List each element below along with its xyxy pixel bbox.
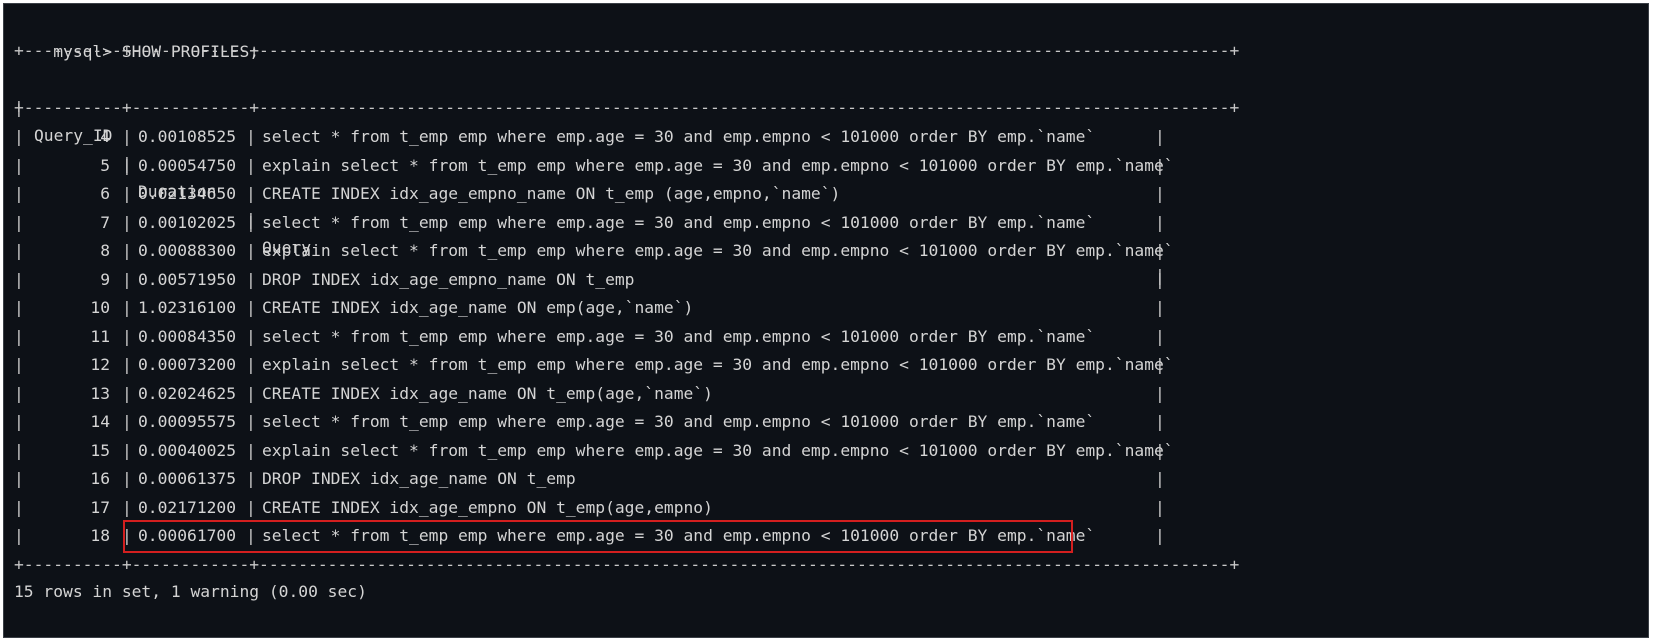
cell-duration: 0.00061375: [138, 469, 237, 488]
cell-query-id: 6: [100, 184, 110, 203]
cell-query: explain select * from t_emp emp where em…: [262, 241, 1174, 260]
cell-query-id: 16: [90, 469, 110, 488]
table-row: | 14 | 0.00095575 | select * from t_emp emp w…: [14, 408, 1165, 436]
cell-query: DROP INDEX idx_age_name ON t_emp: [262, 469, 576, 488]
cell-query-id: 4: [100, 127, 110, 146]
table-row: | 6 | 0.02134650 | CREATE INDEX idx_age_empno…: [14, 180, 1165, 208]
cell-duration: 0.00095575: [138, 412, 237, 431]
table-row: | 7 | 0.00102025 | select * from t_emp emp wh…: [14, 209, 1165, 237]
cell-query-id: 5: [100, 155, 110, 175]
table-row: | 13 | 0.02024625 | CREATE INDEX idx_age_name…: [14, 380, 1165, 408]
table-row: | 16 | 0.00061375 | DROP INDEX idx_age_name O…: [14, 465, 1165, 493]
cell-query: CREATE INDEX idx_age_empno ON t_emp(age,…: [262, 497, 713, 517]
cell-query: CREATE INDEX idx_age_name ON t_emp(age,`…: [262, 383, 713, 403]
cell-duration: 0.00054750: [138, 155, 237, 175]
table-row: | 8 | 0.00088300 | explain select * from t_em…: [14, 237, 1174, 265]
table-row: | 15 | 0.00040025 | explain select * from t_e…: [14, 437, 1174, 465]
table-border-bottom: +----------+------------+---------------…: [14, 555, 1240, 574]
cell-query-id: 8: [100, 241, 110, 260]
table-row: | 4 | 0.00108525 | select * from t_emp emp wh…: [14, 123, 1165, 151]
cell-query-id: 13: [90, 383, 110, 403]
cell-query: DROP INDEX idx_age_empno_name ON t_emp: [262, 269, 635, 289]
cell-query: select * from t_emp emp where emp.age = …: [262, 127, 1096, 146]
cell-query-id: 7: [100, 212, 110, 232]
cell-query: select * from t_emp emp where emp.age = …: [262, 326, 1096, 346]
table-border-mid: +----------+------------+---------------…: [14, 98, 1240, 117]
cell-duration: 1.02316100: [138, 298, 237, 317]
table-header-row: | Query_ID | Duration | Query |: [14, 98, 1165, 285]
cell-duration: 0.00571950: [138, 269, 237, 289]
cell-query-id: 18: [90, 526, 110, 545]
cell-duration: 0.00073200: [138, 355, 237, 374]
cell-query-id: 17: [90, 497, 110, 517]
cell-query: CREATE INDEX idx_age_empno_name ON t_emp…: [262, 184, 841, 203]
table-row: | 10 | 1.02316100 | CREATE INDEX idx_age_name…: [14, 294, 1165, 322]
cell-duration: 0.02171200: [138, 497, 237, 517]
cell-duration: 0.00088300: [138, 241, 237, 260]
cell-duration: 0.02024625: [138, 383, 237, 403]
cell-duration: 0.00108525: [138, 127, 237, 146]
table-row: | 17 | 0.02171200 | CREATE INDEX idx_age_empn…: [14, 494, 1165, 522]
cell-query: explain select * from t_emp emp where em…: [262, 440, 1174, 460]
cell-query-id: 11: [90, 326, 110, 346]
cell-query-id: 15: [90, 440, 110, 460]
cell-duration: 0.00102025: [138, 212, 237, 232]
result-summary: 15 rows in set, 1 warning (0.00 sec): [14, 582, 367, 601]
command-line: mysql> SHOW PROFILES;: [14, 10, 259, 61]
highlight-box: [123, 520, 1073, 553]
cell-query: explain select * from t_emp emp where em…: [262, 355, 1174, 374]
cell-query: CREATE INDEX idx_age_name ON emp(age,`na…: [262, 298, 694, 317]
table-row: | 12 | 0.00073200 | explain select * from t_e…: [14, 351, 1174, 379]
table-border-top: +----------+------------+---------------…: [14, 41, 1240, 60]
cell-query-id: 14: [90, 412, 110, 431]
table-row: | 11 | 0.00084350 | select * from t_emp emp w…: [14, 323, 1165, 351]
table-row: | 9 | 0.00571950 | DROP INDEX idx_age_empno_n…: [14, 266, 1165, 294]
table-row: | 5 | 0.00054750 | explain select * from t_em…: [14, 152, 1174, 180]
cell-query: select * from t_emp emp where emp.age = …: [262, 212, 1096, 232]
cell-query-id: 9: [100, 269, 110, 289]
cell-duration: 0.00040025: [138, 440, 237, 460]
cell-duration: 0.00084350: [138, 326, 237, 346]
cell-query-id: 12: [90, 355, 110, 374]
cell-query-id: 10: [90, 298, 110, 317]
terminal-window[interactable]: mysql> SHOW PROFILES; +----------+------…: [3, 3, 1649, 638]
cell-query: explain select * from t_emp emp where em…: [262, 155, 1174, 175]
cell-duration: 0.02134650: [138, 184, 237, 203]
cell-query: select * from t_emp emp where emp.age = …: [262, 412, 1096, 431]
